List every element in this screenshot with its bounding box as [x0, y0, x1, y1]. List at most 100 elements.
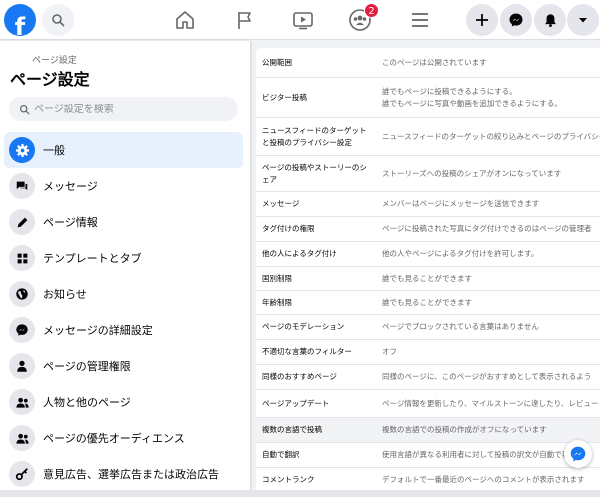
chat-icon	[16, 181, 28, 190]
settings-row[interactable]: ページのモデレーション ページでブロックされている言葉はありません	[256, 315, 600, 340]
setting-value: ページ情報を更新したり、マイルストーンに達したり、レビュー	[382, 398, 599, 408]
sidebar-item-label: メッセージ	[43, 180, 98, 193]
settings-row[interactable]: タグ付けの権限 ページに投稿された写真にタグ付けできるのはページの管理者	[256, 217, 600, 242]
sidebar-item-label: テンプレートとタブ	[43, 252, 142, 265]
globe-icon-wrap	[9, 281, 35, 307]
setting-name: 公開範囲	[262, 57, 292, 67]
people-icon-wrap	[9, 425, 35, 451]
home-icon[interactable]	[173, 8, 197, 32]
setting-value: 複数の言語での投稿の作成がオフになっています	[382, 425, 547, 434]
search-button[interactable]	[42, 4, 74, 36]
sidebar-item-label: メッセージの詳細設定	[43, 324, 153, 337]
setting-value: 誰でも見ることができます	[382, 273, 472, 283]
sidebar-item-label: ページ情報	[43, 216, 98, 229]
setting-name: 他の人によるタグ付け	[262, 249, 337, 258]
sidebar-item-people-pages[interactable]: 人物と他のページ	[4, 384, 243, 420]
setting-name: ニュースフィードのターゲット と投稿のプライバシー設定	[262, 125, 367, 147]
setting-value: 誰でも見ることができます	[382, 297, 472, 307]
chat-icon-wrap	[9, 173, 35, 199]
settings-row[interactable]: 同様のおすすめページ 同様のページに、このページがおすすめとして表示されるよう	[256, 365, 600, 390]
breadcrumb[interactable]: ページ設定	[32, 53, 77, 66]
person-icon	[17, 360, 27, 372]
caret-down-icon	[579, 18, 587, 23]
setting-value: 同様のページに、このページがおすすめとして表示されるよう	[382, 372, 592, 381]
sidebar-item-preferred-audience[interactable]: ページの優先オーディエンス	[4, 420, 243, 456]
sidebar-item-label: お知らせ	[43, 288, 87, 301]
grid-icon-wrap	[9, 245, 35, 271]
facebook-logo[interactable]: f	[4, 4, 36, 36]
setting-value: デフォルトで一番最近のページへのコメントが表示されます	[382, 475, 585, 484]
sidebar-item-advanced-messaging[interactable]: メッセージの詳細設定	[4, 312, 243, 348]
messenger-button[interactable]	[500, 4, 532, 36]
people-icon	[15, 397, 29, 408]
page-title: ページ設定	[10, 70, 90, 89]
settings-row[interactable]: ページアップデート ページ情報を更新したり、マイルストーンに達したり、レビュー	[256, 390, 600, 418]
top-navigation-bar: f 2	[0, 0, 600, 40]
sidebar-item-page-info[interactable]: ページ情報	[4, 204, 243, 240]
messenger-icon	[570, 446, 586, 462]
setting-value: ストーリーズへの投稿のシェアがオンになっています	[382, 168, 562, 178]
settings-row[interactable]: 不適切な言葉のフィルター オフ	[256, 340, 600, 365]
setting-value: ページに投稿された写真にタグ付けできるのはページの管理者	[382, 224, 592, 233]
setting-name: ビジター投稿	[262, 92, 307, 102]
gear-icon-wrap	[9, 137, 35, 163]
settings-row[interactable]: 他の人によるタグ付け 他の人やページによるタグ付けを許可します。	[256, 242, 600, 267]
sidebar-item-messages[interactable]: メッセージ	[4, 168, 243, 204]
plus-icon	[476, 14, 488, 26]
setting-name: コメントランク	[262, 475, 315, 484]
settings-sidebar: ページ設定 ページ設定 一般 メッセージ ページ情報 テンプレートとタブ お知ら…	[0, 41, 250, 497]
setting-name: 複数の言語で投稿	[262, 425, 322, 434]
sidebar-item-label: 一般	[43, 144, 65, 157]
status-bar-strip	[0, 490, 600, 497]
setting-name: ページのモデレーション	[262, 322, 345, 331]
settings-row[interactable]: ビジター投稿 誰でもページに投稿できるようにする。 誰でもページに写真や動画を追…	[256, 78, 600, 118]
setting-name: ページの投稿やストーリーのシ ェア	[262, 162, 367, 184]
menu-icon[interactable]	[408, 8, 432, 32]
settings-row[interactable]: 自動で翻訳 使用言語が異なる利用者に対して投稿の訳文が自動で表示され	[256, 443, 600, 468]
setting-value: オフ	[382, 347, 397, 356]
search-icon	[52, 14, 65, 27]
sidebar-item-label: 人物と他のページ	[43, 396, 131, 409]
messenger-icon	[16, 324, 28, 336]
watch-icon[interactable]	[291, 8, 315, 32]
sidebar-item-political-ads[interactable]: 意見広告、選挙広告または政治広告	[4, 456, 243, 492]
notifications-button[interactable]	[534, 4, 566, 36]
messenger-icon	[509, 13, 523, 27]
settings-row[interactable]: 公開範囲 このページは公開されています	[256, 48, 600, 78]
setting-value: メンバーはページにメッセージを送信できます	[382, 199, 540, 208]
settings-row[interactable]: 国別制限 誰でも見ることができます	[256, 267, 600, 291]
sidebar-item-label: ページの優先オーディエンス	[43, 432, 185, 445]
settings-row[interactable]: ページの投稿やストーリーのシ ェア ストーリーズへの投稿のシェアがオンになってい…	[256, 156, 600, 192]
sidebar-item-page-roles[interactable]: ページの管理権限	[4, 348, 243, 384]
create-button[interactable]	[466, 4, 498, 36]
sidebar-item-general[interactable]: 一般	[4, 132, 243, 168]
sidebar-item-templates-tabs[interactable]: テンプレートとタブ	[4, 240, 243, 276]
settings-search[interactable]	[9, 97, 238, 121]
people-icon	[15, 433, 29, 444]
setting-name: 自動で翻訳	[262, 450, 300, 459]
settings-row[interactable]: 年齢制限 誰でも見ることができます	[256, 291, 600, 315]
search-icon	[19, 104, 30, 114]
settings-row[interactable]: 複数の言語で投稿 複数の言語での投稿の作成がオフになっています	[256, 418, 600, 443]
sidebar-item-notifications[interactable]: お知らせ	[4, 276, 243, 312]
bell-icon	[544, 13, 556, 27]
settings-row[interactable]: ニュースフィードのターゲット と投稿のプライバシー設定 ニュースフィードのターゲ…	[256, 118, 600, 156]
people-icon-wrap	[9, 389, 35, 415]
key-icon	[15, 468, 28, 481]
setting-name: ページアップデート	[262, 398, 330, 408]
setting-value: このページは公開されています	[382, 57, 487, 67]
person-icon-wrap	[9, 353, 35, 379]
key-icon-wrap	[9, 461, 35, 487]
flag-icon[interactable]	[233, 8, 257, 32]
setting-name: 不適切な言葉のフィルター	[262, 347, 352, 356]
account-menu-button[interactable]	[567, 4, 599, 36]
pencil-icon-wrap	[9, 209, 35, 235]
globe-icon	[16, 288, 28, 300]
setting-value: ページでブロックされている言葉はありません	[382, 322, 539, 331]
new-message-button[interactable]	[564, 440, 592, 468]
settings-search-input[interactable]	[34, 103, 224, 115]
settings-row[interactable]: メッセージ メンバーはページにメッセージを送信できます	[256, 192, 600, 217]
logo-letter: f	[14, 13, 26, 36]
setting-value: ニュースフィードのターゲットの絞り込みとページのプライバシー	[382, 131, 600, 141]
sidebar-item-label: ページの管理権限	[43, 360, 131, 373]
